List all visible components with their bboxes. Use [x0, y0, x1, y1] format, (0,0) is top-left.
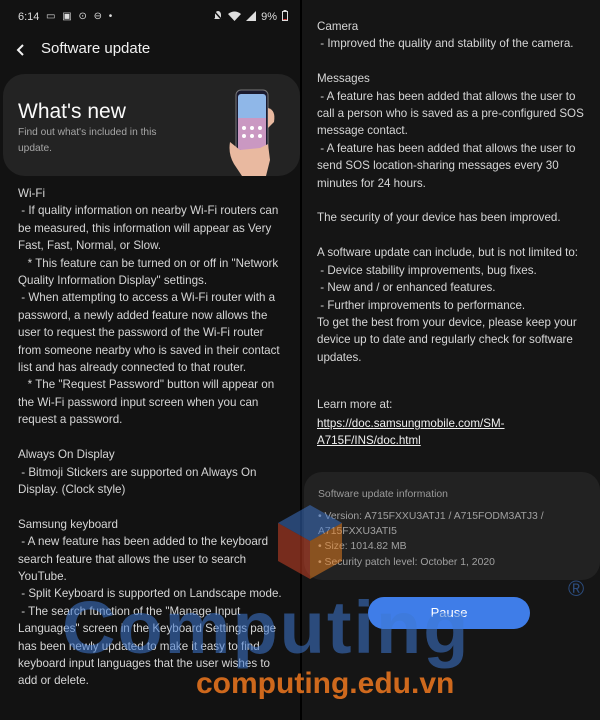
learn-more-label: Learn more at:	[317, 398, 393, 411]
changelog-left: Wi-Fi - If quality information on nearby…	[18, 187, 282, 688]
status-time: 6:14	[18, 11, 40, 23]
back-button[interactable]	[14, 38, 38, 62]
app-bar: Software update	[0, 34, 300, 70]
update-info-card: Software update information • Version: A…	[304, 472, 600, 580]
notification-icons: ▭ ▣ ⊙ ⊖ •	[46, 11, 115, 22]
learn-more-link[interactable]: https://doc.samsungmobile.com/SM-A715F/I…	[317, 415, 587, 450]
mute-icon	[213, 10, 223, 24]
whats-new-card: What's new Find out what's included in t…	[3, 74, 300, 176]
pause-button[interactable]: Pause	[368, 597, 530, 629]
phone-hand-illustration	[229, 89, 275, 176]
update-info-details: • Version: A715FXXU3ATJ1 / A715FODM3ATJ3…	[318, 511, 544, 568]
signal-icon	[246, 10, 257, 24]
wifi-icon	[228, 11, 242, 24]
whats-new-title: What's new	[18, 100, 126, 123]
status-bar: 6:14 ▭ ▣ ⊙ ⊖ • 9%	[0, 0, 300, 34]
status-icons: 9%	[213, 10, 288, 24]
update-info-title: Software update information	[318, 489, 448, 500]
page-title: Software update	[41, 40, 151, 57]
battery-icon	[282, 10, 288, 24]
battery-percent: 9%	[261, 11, 277, 23]
changelog-right: Camera - Improved the quality and stabil…	[317, 20, 584, 364]
whats-new-subtitle: Find out what's included in this update.	[18, 127, 157, 154]
left-screen: 6:14 ▭ ▣ ⊙ ⊖ • 9% Software update What's…	[0, 0, 300, 720]
back-arrow-icon	[16, 44, 24, 56]
